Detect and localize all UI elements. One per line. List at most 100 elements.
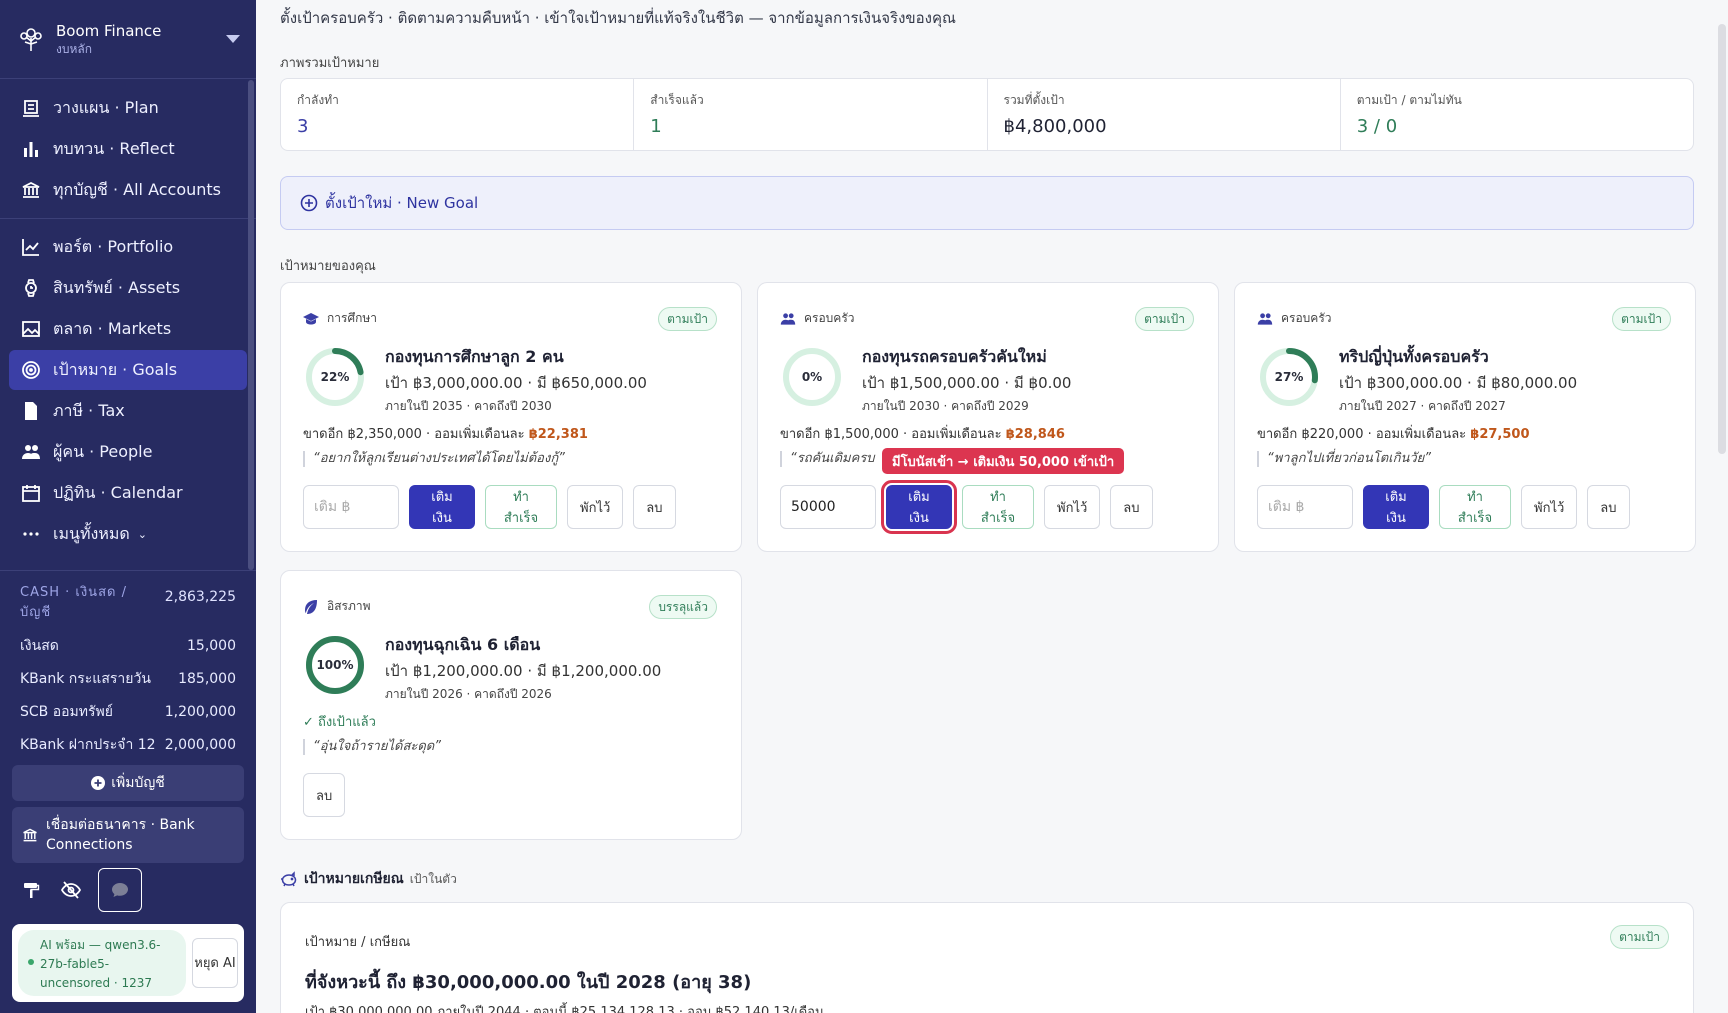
nav-item-assets[interactable]: สินทรัพย์ · Assets <box>9 268 247 308</box>
nav-label: เป้าหมาย · Goals <box>53 359 178 379</box>
goal-years: ภายในปี 2027 · คาดถึงปี 2027 <box>1339 399 1506 413</box>
goal-category: การศึกษา <box>303 309 377 328</box>
delete-button[interactable]: ลบ <box>633 485 676 529</box>
nav-item-all-accounts[interactable]: ทุกบัญชี · All Accounts <box>9 170 247 210</box>
retirement-title: เป้าหมายเกษียณ <box>304 871 404 887</box>
paint-roller-icon[interactable] <box>20 879 42 901</box>
goal-years: ภายในปี 2026 · คาดถึงปี 2026 <box>385 687 552 701</box>
nav-item-markets[interactable]: ตลาด · Markets <box>9 309 247 349</box>
nav-label: ภาษี · Tax <box>53 400 125 420</box>
topup-amount-input[interactable] <box>303 485 399 529</box>
account-row[interactable]: KBank กระแสรายวัน 185,000 <box>20 662 236 695</box>
add-account-button[interactable]: เพิ่มบัญชี <box>12 765 244 801</box>
status-dot-icon <box>28 959 34 965</box>
pause-button[interactable]: พักไว้ <box>1521 485 1578 529</box>
goal-category-label: ครอบครัว <box>1281 311 1332 325</box>
bank-icon <box>22 825 38 845</box>
shortfall-text: ขาดอีก ฿1,500,000 · ออมเพิ่มเดือนละ <box>780 427 1006 442</box>
calendar-icon <box>21 483 41 503</box>
topup-button[interactable]: เติมเงิน <box>409 485 475 529</box>
topup-button[interactable]: เติมเงิน <box>881 480 957 534</box>
mark-complete-button[interactable]: ทำสำเร็จ <box>485 485 557 529</box>
mark-complete-button[interactable]: ทำสำเร็จ <box>1439 485 1511 529</box>
cash-total: 2,863,225 <box>164 589 236 605</box>
nav-item-reflect[interactable]: ทบทวน · Reflect <box>9 129 247 169</box>
new-goal-button[interactable]: ตั้งเป้าใหม่ · New Goal <box>280 176 1694 230</box>
bar-chart-icon <box>21 139 41 159</box>
nav-item-calendar[interactable]: ปฏิทิน · Calendar <box>9 473 247 513</box>
progress-percent: 100% <box>316 658 354 672</box>
eye-off-icon[interactable] <box>60 879 82 901</box>
bank-icon <box>21 180 41 200</box>
summary-total-target: รวมที่ตั้งเป้า ฿4,800,000 <box>988 79 1341 150</box>
summary-value: 3 / 0 <box>1356 116 1398 137</box>
progress-ring: 22% <box>305 347 365 407</box>
status-badge: ตามเป้า <box>1135 307 1194 331</box>
progress-percent: 27% <box>1274 370 1304 384</box>
retirement-subtitle: เป้าในตัว <box>409 871 457 886</box>
shortfall-text: ขาดอีก ฿220,000 · ออมเพิ่มเดือนละ <box>1257 427 1471 442</box>
goal-actions: เติมเงิน ทำสำเร็จ พักไว้ ลบ <box>780 480 1153 534</box>
goal-amounts: เป้า ฿3,000,000.00 · มี ฿650,000.00 <box>385 374 647 392</box>
mark-complete-button[interactable]: ทำสำเร็จ <box>962 485 1034 529</box>
nav-item-goals[interactable]: เป้าหมาย · Goals <box>9 350 247 390</box>
topup-amount-input[interactable] <box>780 485 876 529</box>
topup-amount-input[interactable] <box>1257 485 1353 529</box>
summary-completed: สำเร็จแล้ว 1 <box>634 79 988 150</box>
nav-item-tax[interactable]: ภาษี · Tax <box>9 391 247 431</box>
topup-button[interactable]: เติมเงิน <box>1363 485 1429 529</box>
delete-button[interactable]: ลบ <box>1587 485 1630 529</box>
summary-in-progress: กำลังทำ 3 <box>281 79 635 150</box>
account-row[interactable]: SCB ออมทรัพย์ 1,200,000 <box>20 695 236 728</box>
goal-years: ภายในปี 2030 · คาดถึงปี 2029 <box>862 399 1029 413</box>
goal-quote: “อยากให้ลูกเรียนต่างประเทศได้โดยไม่ต้องก… <box>303 451 565 467</box>
nav-item-all-menu[interactable]: เมนูทั้งหมด ⌄ <box>9 514 247 554</box>
more-icon <box>21 524 41 544</box>
nav-label: ทบทวน · Reflect <box>53 138 175 158</box>
nav-item-portfolio[interactable]: พอร์ต · Portfolio <box>9 227 247 267</box>
stop-ai-button[interactable]: หยุด AI <box>192 938 238 988</box>
goal-amounts: เป้า ฿300,000.00 · มี ฿80,000.00 <box>1339 374 1578 392</box>
goal-amounts: เป้า ฿1,500,000.00 · มี ฿0.00 <box>862 374 1072 392</box>
pause-button[interactable]: พักไว้ <box>567 485 624 529</box>
goal-title: กองทุนการศึกษาลูก 2 คน <box>385 347 564 366</box>
brand-switcher[interactable]: Boom Finance งบหลัก <box>0 0 256 79</box>
bank-connections-label: เชื่อมต่อธนาคาร · Bank Connections <box>46 817 195 853</box>
goals-summary: กำลังทำ 3 สำเร็จแล้ว 1 รวมที่ตั้งเป้า ฿4… <box>280 78 1694 151</box>
account-balance: 2,000,000 <box>164 736 236 753</box>
shortfall-text: ขาดอีก ฿2,350,000 · ออมเพิ่มเดือนละ <box>303 427 529 442</box>
delete-button[interactable]: ลบ <box>303 773 346 817</box>
brand-name: Boom Finance <box>56 21 162 40</box>
nav-item-people[interactable]: ผู้คน · People <box>9 432 247 472</box>
goal-title: กองทุนฉุกเฉิน 6 เดือน <box>385 635 541 654</box>
bank-connections-button[interactable]: เชื่อมต่อธนาคาร · Bank Connections <box>12 807 244 863</box>
summary-on-track: ตามเป้า / ตามไม่ทัน 3 / 0 <box>1341 79 1693 150</box>
target-icon <box>21 360 41 380</box>
watch-icon <box>21 278 41 298</box>
topup-tooltip: มีโบนัสเข้า → เติมเงิน 50,000 เข้าเป้า <box>882 448 1125 474</box>
image-chart-icon <box>21 319 41 339</box>
goal-shortfall: ขาดอีก ฿1,500,000 · ออมเพิ่มเดือนละ ฿28,… <box>780 423 1065 444</box>
cash-header: CASH · เงินสด / บัญชี 2,863,225 <box>20 583 236 623</box>
tree-logo-icon <box>16 24 46 54</box>
family-icon <box>1257 311 1273 327</box>
add-account-label: เพิ่มบัญชี <box>111 775 165 791</box>
progress-percent: 0% <box>801 370 823 384</box>
main-scrollbar[interactable] <box>1718 24 1726 454</box>
chat-bubble-icon[interactable] <box>98 868 142 912</box>
main-nav: วางแผน · Plan ทบทวน · Reflect ทุกบัญชี ·… <box>0 79 256 554</box>
nav-label: ตลาด · Markets <box>53 318 172 338</box>
sidebar-tools <box>20 868 142 912</box>
pause-button[interactable]: พักไว้ <box>1044 485 1101 529</box>
nav-label: ปฏิทิน · Calendar <box>53 482 183 502</box>
account-row[interactable]: KBank ฝากประจำ 12 เ...2,000,000 <box>20 728 236 761</box>
goal-quote: “อุ่นใจถ้ารายได้สะดุด” <box>303 739 441 755</box>
goal-category-label: ครอบครัว <box>804 311 855 325</box>
delete-button[interactable]: ลบ <box>1110 485 1153 529</box>
monthly-saving: ฿27,500 <box>1470 427 1530 442</box>
goal-title: กองทุนรถครอบครัวคันใหม่ <box>862 347 1047 366</box>
goal-actions: เติมเงิน ทำสำเร็จ พักไว้ ลบ <box>1257 485 1630 529</box>
nav-item-plan[interactable]: วางแผน · Plan <box>9 88 247 128</box>
sidebar-scrollbar[interactable] <box>248 80 254 570</box>
account-row[interactable]: เงินสด 15,000 <box>20 629 236 662</box>
